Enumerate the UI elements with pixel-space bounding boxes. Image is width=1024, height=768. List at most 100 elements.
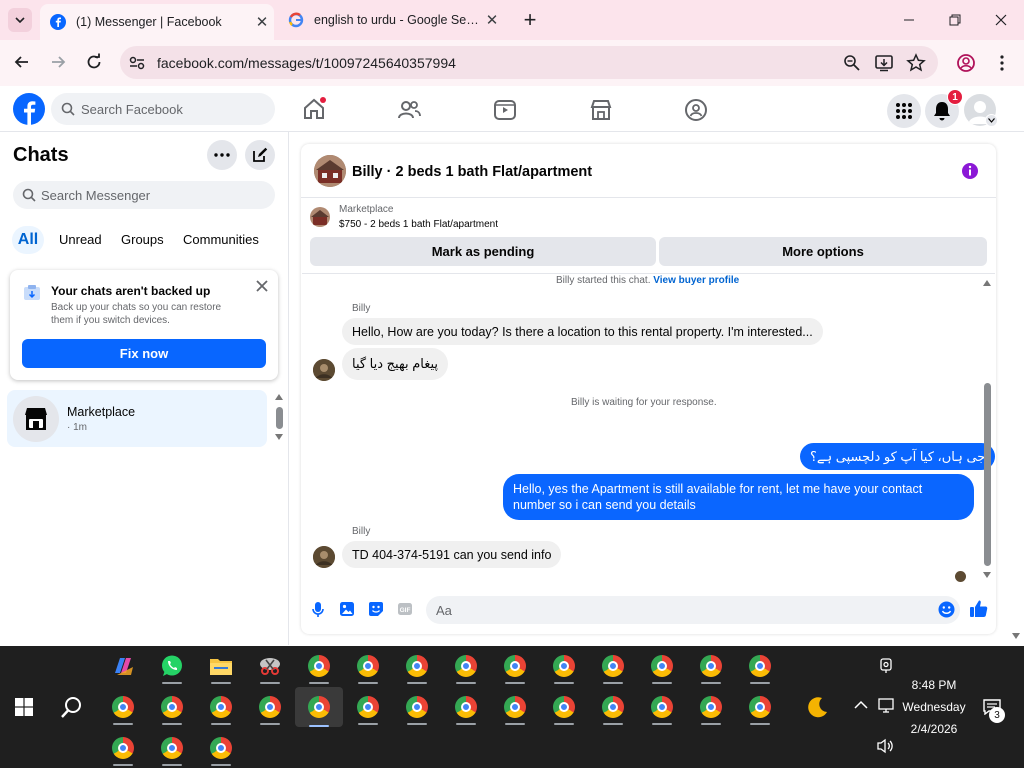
install-app-icon[interactable] (874, 54, 894, 72)
mic-tray-icon[interactable] (878, 657, 894, 675)
taskbar-chrome-22[interactable] (693, 689, 729, 725)
taskbar-chrome-26[interactable] (203, 730, 239, 766)
facebook-logo-icon[interactable] (13, 93, 45, 125)
clock-time[interactable]: 8:48 PM (904, 678, 964, 692)
listing-avatar[interactable] (314, 155, 346, 187)
taskbar-chrome-8[interactable] (644, 648, 680, 684)
taskbar-chrome-9[interactable] (693, 648, 729, 684)
reload-button[interactable] (84, 52, 104, 72)
taskbar-chrome-11[interactable] (105, 689, 141, 725)
taskbar-chrome-5[interactable] (497, 648, 533, 684)
sticker-button[interactable] (368, 601, 384, 617)
taskbar-file-explorer[interactable] (203, 648, 239, 684)
profile-icon[interactable] (956, 53, 976, 73)
taskbar-chrome-4[interactable] (448, 648, 484, 684)
forward-button[interactable] (48, 52, 68, 72)
back-button[interactable] (12, 52, 32, 72)
taskbar-chrome-6[interactable] (546, 648, 582, 684)
minimize-button[interactable] (898, 10, 920, 30)
listing-detail[interactable]: $750 - 2 beds 1 bath Flat/apartment (339, 219, 498, 230)
taskbar-whatsapp[interactable] (154, 648, 190, 684)
chat-title[interactable]: Billy · 2 beds 1 bath Flat/apartment (352, 164, 592, 180)
message-bubble-outgoing[interactable]: جی ہاں، کیا آپ کو دلچسپی ہے؟ (800, 443, 996, 470)
taskbar-chrome-12[interactable] (154, 689, 190, 725)
page-scroll-down[interactable] (1011, 632, 1021, 640)
taskbar-chrome-18[interactable] (497, 689, 533, 725)
taskbar-chrome-23[interactable] (742, 689, 778, 725)
taskbar-chrome-17[interactable] (448, 689, 484, 725)
taskbar-chrome-13[interactable] (203, 689, 239, 725)
taskbar-chrome-2[interactable] (350, 648, 386, 684)
message-input[interactable]: Aa (426, 596, 960, 624)
taskbar-chrome-3[interactable] (399, 648, 435, 684)
taskbar-chrome-16[interactable] (399, 689, 435, 725)
chats-options-button[interactable] (207, 140, 237, 170)
clock-day[interactable]: Wednesday (899, 700, 969, 714)
message-bubble-outgoing[interactable]: Hello, yes the Apartment is still availa… (503, 474, 974, 520)
attach-photo-button[interactable] (339, 601, 355, 617)
filter-groups[interactable]: Groups (121, 232, 164, 247)
taskbar-chrome-15[interactable] (350, 689, 386, 725)
taskbar-chrome-active[interactable] (295, 687, 343, 727)
nav-marketplace[interactable] (589, 98, 613, 122)
new-message-button[interactable] (245, 140, 275, 170)
clock-date[interactable]: 2/4/2026 (899, 722, 969, 736)
nav-groups[interactable] (684, 98, 708, 122)
filter-communities[interactable]: Communities (183, 232, 259, 247)
taskbar-chrome-20[interactable] (595, 689, 631, 725)
close-tab-icon[interactable]: ✕ (480, 8, 504, 32)
voice-clip-button[interactable] (311, 601, 325, 619)
nav-friends[interactable] (397, 98, 421, 122)
chat-scrollbar-thumb[interactable] (984, 383, 991, 566)
emoji-button[interactable] (938, 601, 955, 618)
message-bubble-incoming[interactable]: TD 404-374-5191 can you send info (342, 541, 562, 568)
more-options-button[interactable]: More options (659, 237, 987, 266)
message-bubble-incoming[interactable]: Hello, How are you today? Is there a loc… (342, 318, 823, 345)
close-tab-icon[interactable]: ✕ (250, 10, 274, 34)
tab-google-search[interactable]: english to urdu - Google Search ✕ (280, 0, 504, 40)
sidebar-scrollbar-thumb[interactable] (276, 407, 283, 429)
nav-home[interactable] (302, 97, 326, 121)
nav-video[interactable] (493, 98, 517, 122)
taskbar-chrome-19[interactable] (546, 689, 582, 725)
fix-now-button[interactable]: Fix now (22, 339, 266, 368)
messenger-search-input[interactable]: Search Messenger (13, 181, 275, 209)
new-tab-button[interactable]: + (518, 7, 542, 32)
taskbar-search-button[interactable] (60, 696, 84, 720)
filter-all[interactable]: All (12, 226, 44, 254)
show-hidden-icons-button[interactable] (854, 700, 868, 710)
like-button[interactable] (969, 599, 988, 618)
start-button[interactable] (15, 698, 33, 716)
taskbar-chrome-14[interactable] (252, 689, 288, 725)
site-info-icon[interactable] (128, 54, 146, 72)
filter-unread[interactable]: Unread (59, 232, 102, 247)
sidebar-scroll-up[interactable] (274, 393, 284, 401)
gif-button[interactable]: GIF (397, 601, 413, 617)
taskbar-chrome-21[interactable] (644, 689, 680, 725)
network-tray-icon[interactable] (878, 698, 896, 714)
volume-tray-icon[interactable] (876, 738, 894, 754)
taskbar-chrome-10[interactable] (742, 648, 778, 684)
conversation-info-button[interactable] (961, 162, 979, 180)
tab-search-button[interactable] (8, 8, 32, 32)
chat-scroll-up[interactable] (982, 279, 992, 287)
menu-button[interactable] (887, 94, 921, 128)
tab-messenger[interactable]: (1) Messenger | Facebook ✕ (40, 4, 274, 40)
bookmark-star-icon[interactable] (906, 53, 926, 73)
restore-button[interactable] (944, 10, 966, 30)
taskbar-chrome-1[interactable] (301, 648, 337, 684)
sidebar-scroll-down[interactable] (274, 433, 284, 441)
taskbar-chrome-25[interactable] (154, 730, 190, 766)
weather-widget[interactable] (806, 695, 830, 719)
taskbar-chrome-7[interactable] (595, 648, 631, 684)
message-bubble-incoming[interactable]: پیغام بھیج دیا گیا (342, 348, 449, 380)
zoom-icon[interactable] (843, 54, 861, 72)
taskbar-copilot[interactable] (105, 648, 141, 684)
account-menu-chevron[interactable] (985, 114, 998, 127)
close-window-button[interactable] (990, 10, 1012, 30)
browser-menu-icon[interactable] (994, 53, 1010, 73)
chat-scroll-down[interactable] (982, 571, 992, 579)
taskbar-snipping-tool[interactable] (252, 648, 288, 684)
mark-as-pending-button[interactable]: Mark as pending (310, 237, 656, 266)
view-buyer-profile-link[interactable]: View buyer profile (653, 275, 739, 286)
